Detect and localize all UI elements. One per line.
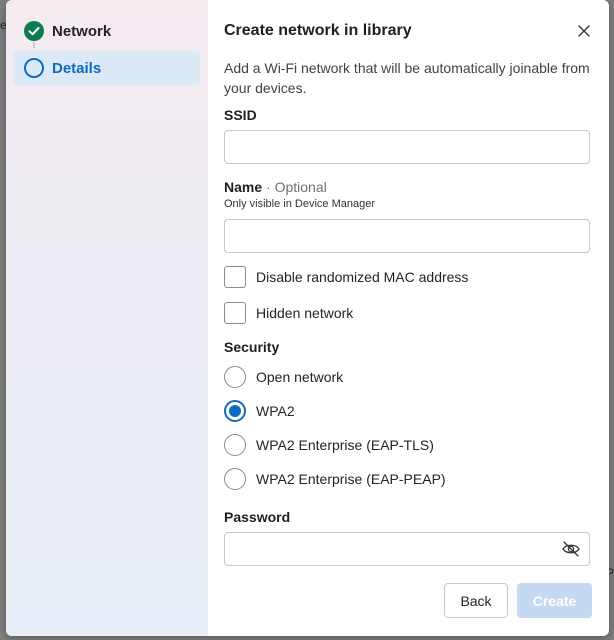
current-step-circle-icon (24, 58, 44, 78)
back-button[interactable]: Back (444, 583, 508, 618)
name-input[interactable] (224, 219, 590, 253)
hidden-network-checkbox[interactable]: Hidden network (224, 302, 353, 324)
name-label-text: Name (224, 179, 263, 195)
wizard-step-details[interactable]: Details (14, 51, 200, 85)
create-button[interactable]: Create (517, 583, 592, 618)
radio-button[interactable] (224, 434, 246, 456)
dialog-description: Add a Wi-Fi network that will be automat… (224, 60, 590, 96)
checkbox-label: Hidden network (256, 305, 354, 321)
dialog-title: Create network in library (224, 22, 412, 39)
optional-tag: · Optional (266, 179, 327, 195)
radio-dot (229, 405, 241, 417)
create-network-dialog: Network Details Create network in librar… (6, 0, 609, 636)
wizard-step-label: Network (52, 22, 112, 40)
radio-wpa2-eap-peap[interactable]: WPA2 Enterprise (EAP-PEAP) (224, 468, 446, 490)
ssid-label: SSID (224, 107, 257, 123)
radio-button-selected[interactable] (224, 400, 246, 422)
radio-open-network[interactable]: Open network (224, 366, 343, 388)
radio-label: WPA2 Enterprise (EAP-TLS) (256, 437, 434, 453)
close-button[interactable] (573, 20, 595, 42)
checkbox-box[interactable] (224, 266, 246, 288)
radio-label: WPA2 (256, 403, 295, 419)
wizard-step-connector (33, 42, 35, 48)
eye-off-icon[interactable] (562, 541, 580, 557)
checkbox-label: Disable randomized MAC address (256, 269, 469, 285)
password-field (224, 532, 590, 566)
radio-wpa2[interactable]: WPA2 (224, 400, 295, 422)
name-label: Name · Optional (224, 179, 327, 195)
radio-button[interactable] (224, 366, 246, 388)
radio-label: WPA2 Enterprise (EAP-PEAP) (256, 471, 446, 487)
name-hint: Only visible in Device Manager (224, 198, 376, 210)
ssid-input[interactable] (224, 130, 590, 164)
checkbox-box[interactable] (224, 302, 246, 324)
radio-wpa2-eap-tls[interactable]: WPA2 Enterprise (EAP-TLS) (224, 434, 434, 456)
check-circle-icon (24, 21, 44, 41)
disable-mac-checkbox[interactable]: Disable randomized MAC address (224, 266, 468, 288)
password-label: Password (224, 509, 291, 525)
radio-button[interactable] (224, 468, 246, 490)
security-label: Security (224, 339, 280, 355)
dialog-content: Create network in library Add a Wi-Fi ne… (208, 0, 609, 636)
close-icon (578, 25, 590, 37)
wizard-sidebar: Network Details (6, 0, 208, 636)
radio-label: Open network (256, 369, 344, 385)
wizard-step-network[interactable]: Network (14, 14, 200, 48)
password-input[interactable] (224, 532, 590, 566)
wizard-step-label: Details (52, 59, 102, 77)
